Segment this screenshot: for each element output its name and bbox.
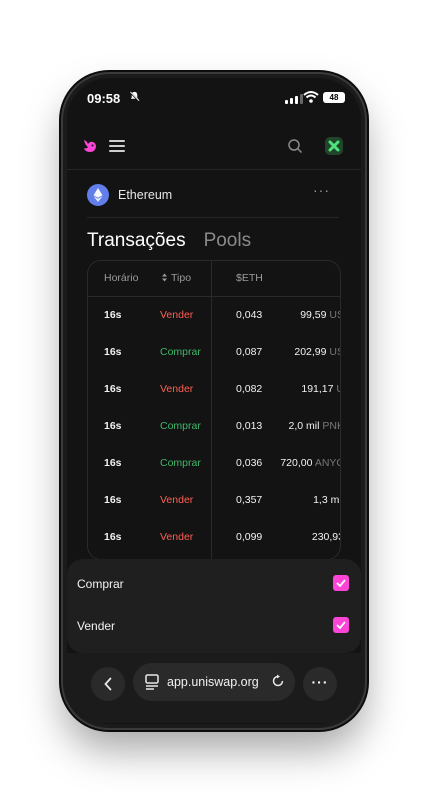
row-eth: 0,357: [236, 494, 263, 506]
row-eth: 0,082: [236, 383, 263, 395]
row-eth: 0,043: [236, 309, 263, 321]
tab-pools[interactable]: Pools: [204, 230, 252, 260]
row-usd-value: 720,00: [280, 457, 313, 469]
row-type: Comprar: [160, 346, 201, 358]
page-icon: [145, 674, 159, 690]
browser-more-button[interactable]: ···: [303, 667, 337, 701]
transactions-table[interactable]: Horário Tipo $ETH 16s Vender 0,043 99,59…: [87, 260, 341, 560]
reload-icon[interactable]: [271, 674, 285, 688]
table-row[interactable]: 16s Comprar 0,036 720,00 ANYC: [88, 445, 340, 482]
row-type: Vender: [160, 531, 194, 543]
tab-transactions[interactable]: Transações: [87, 230, 186, 260]
row-usd-value: 191,17: [301, 383, 334, 395]
status-time: 09:58: [87, 91, 121, 106]
header-type-label: Tipo: [171, 272, 192, 284]
tabs: Transações Pools: [87, 230, 251, 260]
row-usd: 1,3 mil: [278, 494, 341, 506]
row-usd: 191,17 U: [278, 383, 340, 395]
header-time[interactable]: Horário: [104, 272, 138, 284]
row-type: Vender: [160, 383, 194, 395]
network-name: Ethereum: [118, 188, 173, 202]
search-icon[interactable]: [287, 138, 303, 154]
phone-frame: 09:58 48 Ethereum ··· Transações Pools H…: [63, 74, 365, 728]
row-usd: 230,93: [278, 531, 341, 543]
filter-checkbox-sell[interactable]: [333, 617, 349, 633]
bell-muted-icon: [129, 91, 140, 105]
row-eth: 0,013: [236, 420, 263, 432]
sort-icon: [162, 273, 167, 282]
row-type: Comprar: [160, 457, 201, 469]
row-usd: 720,00 ANYC: [278, 457, 340, 469]
filter-option-sell[interactable]: Vender: [77, 615, 349, 639]
signal-icon: [285, 94, 303, 104]
row-usd-unit: PNK: [322, 420, 340, 432]
row-usd-value: 230,93: [311, 531, 341, 543]
row-usd-unit: US: [329, 309, 340, 321]
row-time: 16s: [104, 494, 122, 506]
row-time: 16s: [104, 346, 122, 358]
network-selector[interactable]: Ethereum ···: [87, 182, 339, 218]
row-usd-value: 202,99: [294, 346, 327, 358]
table-header: Horário Tipo $ETH: [88, 261, 340, 297]
row-usd-unit: ANYC: [314, 457, 340, 469]
network-more-button[interactable]: ···: [313, 182, 330, 198]
filter-checkbox-buy[interactable]: [333, 575, 349, 591]
row-time: 16s: [104, 309, 122, 321]
row-type: Vender: [160, 494, 194, 506]
screen: 09:58 48 Ethereum ··· Transações Pools H…: [67, 78, 361, 724]
menu-icon[interactable]: [109, 140, 125, 152]
row-usd-value: 2,0 mil: [288, 420, 320, 432]
address-bar[interactable]: app.uniswap.org: [133, 663, 295, 701]
row-usd-unit: U: [336, 383, 340, 395]
header-eth[interactable]: $ETH: [236, 272, 263, 284]
wifi-icon: [303, 91, 319, 103]
browser-toolbar: app.uniswap.org ···: [67, 653, 361, 723]
back-arrow-icon: [104, 677, 112, 691]
row-usd: 202,99 US: [278, 346, 340, 358]
battery-icon: 48: [323, 92, 345, 103]
row-time: 16s: [104, 383, 122, 395]
filter-label-buy: Comprar: [77, 577, 124, 591]
ethereum-icon: [87, 184, 109, 206]
table-row[interactable]: 16s Comprar 0,013 2,0 mil PNK: [88, 408, 340, 445]
check-icon: [336, 621, 346, 629]
row-usd-value: 99,59: [300, 309, 327, 321]
row-time: 16s: [104, 457, 122, 469]
table-row[interactable]: 16s Vender 0,082 191,17 U: [88, 371, 340, 408]
header-type[interactable]: Tipo: [161, 272, 191, 284]
row-usd-unit: US: [329, 346, 340, 358]
back-button[interactable]: [91, 667, 125, 701]
table-row[interactable]: 16s Vender 0,099 230,93: [88, 519, 340, 556]
status-bar: 09:58 48: [67, 78, 361, 118]
avatar-icon[interactable]: [325, 137, 343, 155]
row-eth: 0,087: [236, 346, 263, 358]
row-eth: 0,099: [236, 531, 263, 543]
uniswap-logo-icon[interactable]: [81, 137, 99, 155]
type-filter-sheet: Comprar Vender: [67, 559, 361, 653]
table-row[interactable]: 16s Comprar 0,087 202,99 US: [88, 334, 340, 371]
filter-label-sell: Vender: [77, 619, 116, 633]
row-usd: 99,59 US: [278, 309, 340, 321]
row-time: 16s: [104, 420, 122, 432]
row-eth: 0,036: [236, 457, 263, 469]
app-header: [67, 130, 361, 170]
table-row[interactable]: 16s Vender 0,357 1,3 mil: [88, 482, 340, 519]
row-usd-value: 1,3 mil: [313, 494, 341, 506]
check-icon: [336, 579, 346, 587]
url-text: app.uniswap.org: [167, 675, 259, 689]
row-type: Comprar: [160, 420, 201, 432]
row-type: Vender: [160, 309, 194, 321]
row-usd: 2,0 mil PNK: [278, 420, 340, 432]
table-row[interactable]: 16s Vender 0,043 99,59 US: [88, 297, 340, 334]
filter-option-buy[interactable]: Comprar: [77, 573, 349, 597]
row-time: 16s: [104, 531, 122, 543]
